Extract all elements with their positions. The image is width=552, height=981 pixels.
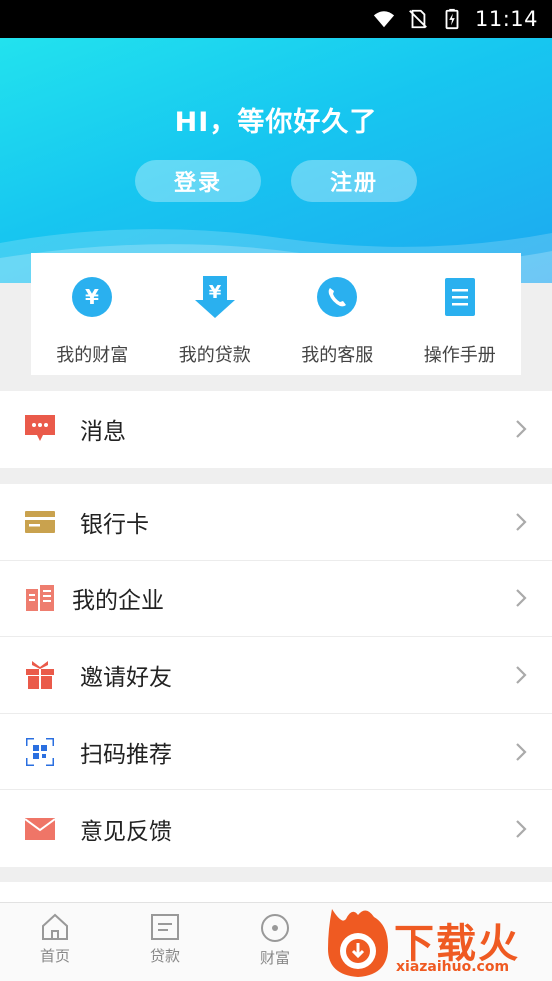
mail-icon [24, 813, 56, 845]
svg-text:¥: ¥ [85, 285, 99, 309]
gift-icon [24, 659, 56, 691]
qr-scan-icon [24, 736, 56, 768]
chevron-right-icon [516, 420, 527, 439]
quick-actions-card: ¥ 我的财富 ¥ 我的贷款 我的客服 操作手册 [31, 253, 521, 375]
quick-action-service[interactable]: 我的客服 [276, 253, 399, 375]
message-icon [24, 413, 56, 445]
tab-label: 首页 [39, 947, 70, 965]
quick-action-manual[interactable]: 操作手册 [399, 253, 522, 375]
menu-item-my-company[interactable]: 我的企业 [0, 561, 552, 638]
tab-label: 贷款 [149, 947, 180, 965]
quick-action-loan[interactable]: ¥ 我的贷款 [154, 253, 277, 375]
phone-icon [315, 275, 359, 319]
clock: 11:14 [474, 7, 538, 31]
menu-item-label: 扫码推荐 [80, 741, 172, 768]
quick-action-label: 操作手册 [423, 345, 496, 366]
home-icon [42, 913, 68, 940]
svg-text:¥: ¥ [208, 282, 221, 303]
register-button[interactable]: 注册 [291, 160, 417, 202]
yen-download-icon: ¥ [193, 275, 237, 319]
quick-action-label: 我的贷款 [178, 345, 251, 366]
flame-logo-icon [328, 909, 388, 977]
wealth-icon [261, 914, 289, 942]
menu-group-account: 银行卡 我的企业 邀请好友 扫码推荐 意见反馈 [0, 484, 552, 867]
menu-item-label: 意见反馈 [80, 818, 172, 845]
menu-item-bank-card[interactable]: 银行卡 [0, 484, 552, 561]
chevron-right-icon [516, 666, 527, 684]
yen-coin-icon: ¥ [70, 275, 114, 319]
chevron-right-icon [516, 513, 527, 531]
quick-action-label: 我的财富 [56, 345, 129, 366]
greeting-text: HI，等你好久了 [174, 107, 378, 138]
menu-item-messages[interactable]: 消息 [0, 391, 552, 468]
chevron-right-icon [516, 589, 527, 608]
watermark-url: xiazaihuo.com [396, 959, 510, 975]
bank-card-icon [24, 506, 56, 538]
menu-item-label: 消息 [80, 419, 126, 446]
wifi-icon [373, 11, 395, 28]
menu-group-partial [0, 882, 552, 902]
quick-action-wealth[interactable]: ¥ 我的财富 [31, 253, 154, 375]
tab-loan[interactable]: 贷款 [110, 903, 220, 981]
battery-charging-icon [445, 8, 459, 30]
tab-home[interactable]: 首页 [0, 903, 110, 981]
tab-wealth[interactable]: 财富 [220, 903, 330, 981]
login-button[interactable]: 登录 [135, 160, 261, 202]
loan-icon [151, 914, 179, 940]
watermark-logo: 下载火 xiazaihuo.com [322, 905, 552, 981]
document-icon [438, 275, 482, 319]
chevron-right-icon [516, 819, 527, 838]
menu-item-scan-recommend[interactable]: 扫码推荐 [0, 714, 552, 791]
profile-header: HI，等你好久了 登录 注册 [0, 38, 552, 283]
menu-item-label: 银行卡 [80, 511, 149, 538]
menu-item-label: 邀请好友 [80, 664, 172, 691]
menu-item-feedback[interactable]: 意见反馈 [0, 790, 552, 867]
menu-group-messages: 消息 [0, 391, 552, 468]
building-icon [24, 582, 56, 614]
menu-item-invite-friends[interactable]: 邀请好友 [0, 637, 552, 714]
no-sim-icon [409, 9, 427, 29]
menu-item-label: 我的企业 [72, 588, 164, 615]
chevron-right-icon [516, 742, 527, 761]
status-bar: 11:14 [0, 0, 552, 38]
quick-action-label: 我的客服 [301, 345, 374, 366]
tab-label: 财富 [259, 949, 290, 967]
